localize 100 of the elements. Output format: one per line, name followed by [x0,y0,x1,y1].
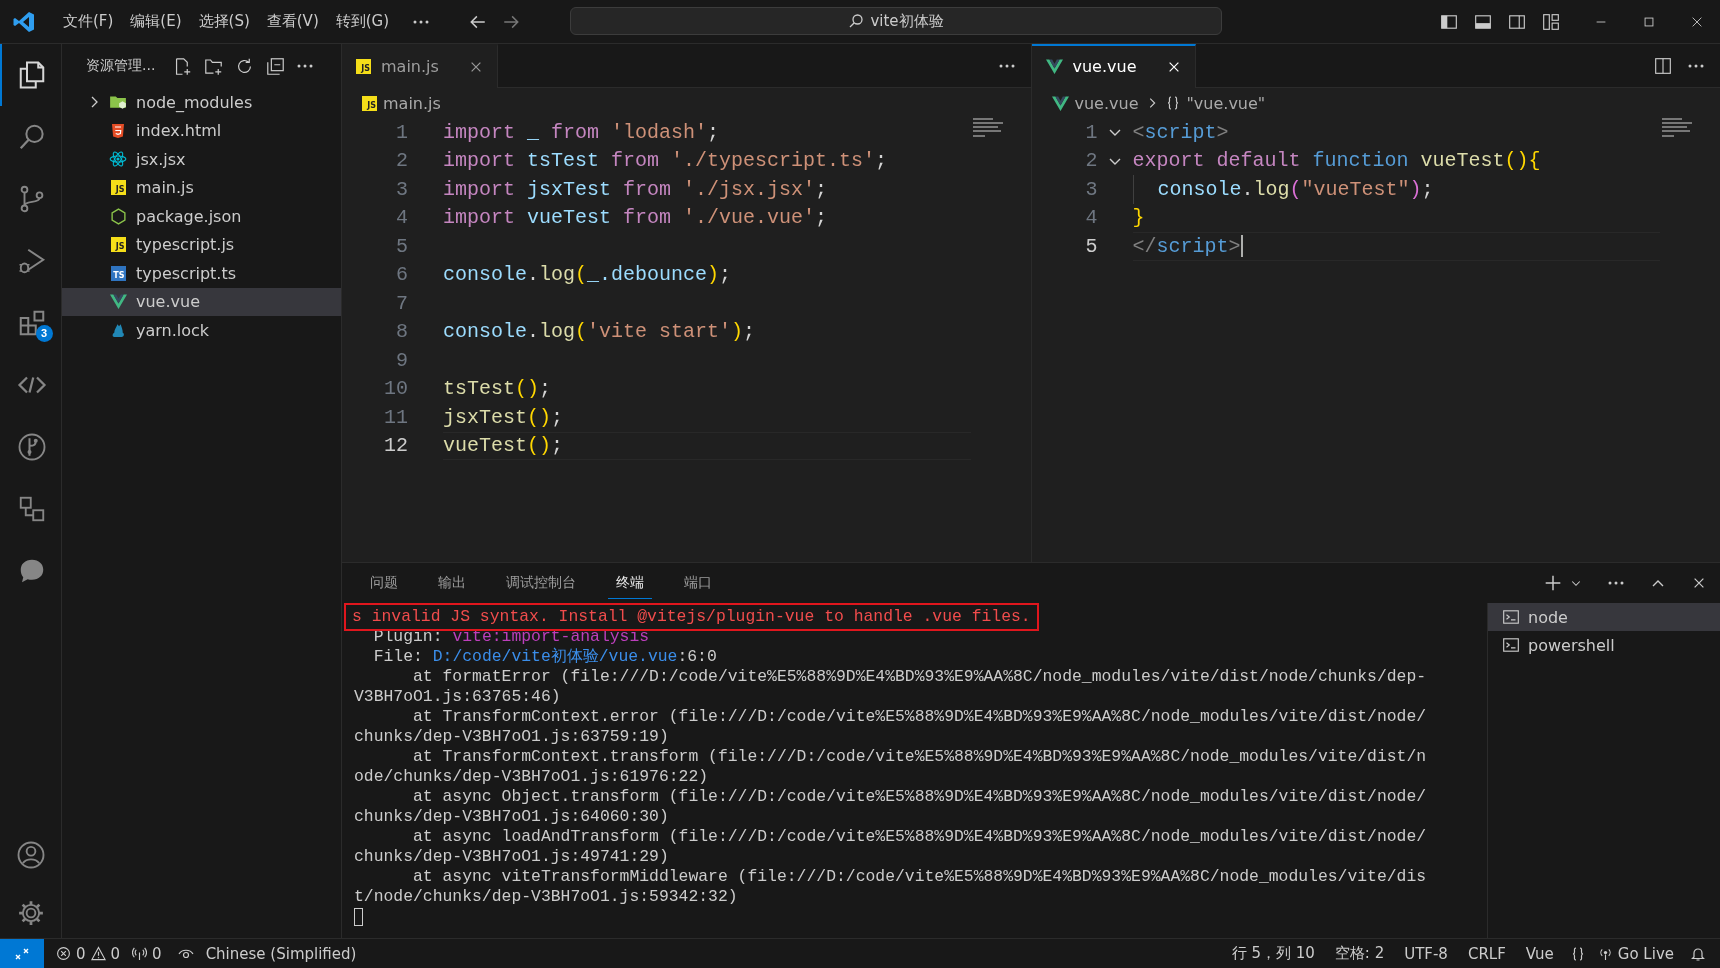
terminal-line: File: D:/code/vite初体验/vue.vue:6:0 [372,647,717,667]
menu-item[interactable]: 文件(F) [56,8,121,35]
panel-tab[interactable]: 调试控制台 [498,567,584,599]
file-item[interactable]: TS typescript.ts [62,259,341,288]
more-icon[interactable] [413,19,430,24]
terminal-line: chunks/dep-V3BH7oO1.js:64060:30) [354,807,669,827]
code-token: log [1253,177,1290,201]
bell-icon[interactable] [1690,945,1706,962]
line-number: 4 [1084,206,1098,230]
split-layout-icon[interactable] [1508,12,1526,31]
code-token: function [1312,149,1410,173]
menu-item[interactable]: 查看(V) [259,8,326,35]
breadcrumb-item[interactable]: "vue.vue" [1186,93,1266,113]
code-token: . [1241,177,1254,201]
terminal-line: at TransformContext.transform (file:///D:/code/vite%E5%88%9D%E4%BD%93%E9%AA%8C/node_modules/vite/dist/n [412,747,1427,767]
atom-icon [109,150,127,169]
close-icon[interactable] [1692,576,1706,590]
breadcrumb-item[interactable]: vue.vue [1074,93,1139,113]
panel-tab[interactable]: 问题 [362,567,406,599]
file-item[interactable]: node_modules [62,88,341,117]
file-item[interactable]: package.json [62,202,341,231]
status-item[interactable]: UTF-8 [1404,944,1448,963]
code-token: script [1144,120,1217,144]
grid-layout-icon[interactable] [1542,12,1560,31]
code-token: from [623,177,673,201]
editor-tab[interactable]: JS main.js [342,43,498,88]
terminal-icon [1502,608,1520,626]
code-token: ; [1421,177,1434,201]
terminal-line: t/node/chunks/dep-V3BH7oO1.js:59342:32) [354,887,738,907]
more-icon[interactable] [998,63,1015,68]
new-folder-icon[interactable] [204,56,224,76]
terminal-line: at TransformContext.error (file:///D:/code/vite%E5%88%9D%E4%BD%93%E9%AA%8C/node_modules/vite/dist/node/ [412,707,1427,727]
plus-icon[interactable] [1544,574,1562,592]
explorer-title: 资源管理... [86,57,156,75]
activity-button[interactable]: 3 [0,292,62,354]
terminal-line: V3BH7oO1.js:63765:46) [354,687,561,707]
line-number: 6 [395,263,408,287]
terminal-item[interactable]: node [1488,603,1720,631]
breadcrumb-item[interactable]: main.js [383,93,441,113]
line-number: 3 [395,177,408,201]
problems-status[interactable]: 0 0 [56,944,121,963]
error-icon [56,946,71,961]
vue-logo-icon [1045,58,1063,75]
collapse-all-icon[interactable] [266,56,286,76]
ports-status[interactable]: 0 [132,944,162,963]
sidebar-layout-icon[interactable] [1440,12,1458,31]
code-token: log [539,320,576,344]
line-number: 7 [395,291,408,315]
hexagon-icon [109,207,127,225]
menu-item[interactable]: 编辑(E) [123,8,189,35]
code-token: </ [1132,234,1157,258]
code-token: > [1216,120,1229,144]
code-token: ) [731,320,744,344]
more-icon[interactable] [1688,63,1704,68]
code-token: ; [707,120,720,144]
panel-layout-icon[interactable] [1474,12,1492,31]
line-number: 2 [1084,149,1098,173]
code-token: vueTest [527,206,613,230]
new-file-icon[interactable] [173,56,193,76]
broadcast-icon [1597,946,1613,961]
panel-tab[interactable]: 输出 [430,567,474,599]
file-item[interactable]: yarn.lock [62,316,341,345]
terminal-line: ode/chunks/dep-V3BH7oO1.js:61976:22) [354,767,709,787]
file-item[interactable]: vue.vue [62,287,341,316]
terminal-item[interactable]: powershell [1488,631,1720,659]
code-token: ; [539,377,552,401]
status-item[interactable]: 行 5，列 10 [1231,944,1315,963]
code-token: import [443,206,516,230]
code-token: 'vite start' [587,320,732,344]
account-icon[interactable] [15,840,46,870]
code-token: ( [575,263,588,287]
file-item[interactable]: jsx.jsx [62,145,341,174]
more-icon[interactable] [297,64,314,68]
language-pack-status[interactable]: Chinese (Simplified) [205,944,357,963]
terminal-line: chunks/dep-V3BH7oO1.js:63759:19) [354,727,669,747]
code-token: ; [875,149,888,173]
more-icon[interactable] [1608,581,1624,585]
code-token: ; [551,405,564,429]
split-editor-icon[interactable] [1654,56,1672,75]
panel-tab[interactable]: 端口 [676,567,720,599]
search-field[interactable]: vite初体验 [570,7,1222,35]
menu-item[interactable]: 选择(S) [191,8,257,35]
editor-tab[interactable]: vue.vue [1031,43,1196,88]
code-token: from [611,149,661,173]
file-item[interactable]: index.html [62,116,341,145]
panel-tab[interactable]: 终端 [608,567,652,599]
status-item[interactable]: CRLF [1467,944,1506,963]
code-token: console [443,320,527,344]
go-live-button[interactable]: Go Live [1597,944,1674,963]
menu-item[interactable]: 转到(G) [328,8,397,35]
code-token: import [443,149,516,173]
line-number: 1 [1084,120,1098,144]
status-item[interactable]: 空格: 2 [1334,944,1385,963]
status-item[interactable]: Vue [1525,944,1554,963]
file-item[interactable]: JS typescript.js [62,230,341,259]
code-token: () [527,434,552,458]
file-item[interactable]: JS main.js [62,173,341,202]
maximize-icon[interactable] [1642,14,1656,29]
code-token: import [443,177,516,201]
code-token: ; [743,320,756,344]
